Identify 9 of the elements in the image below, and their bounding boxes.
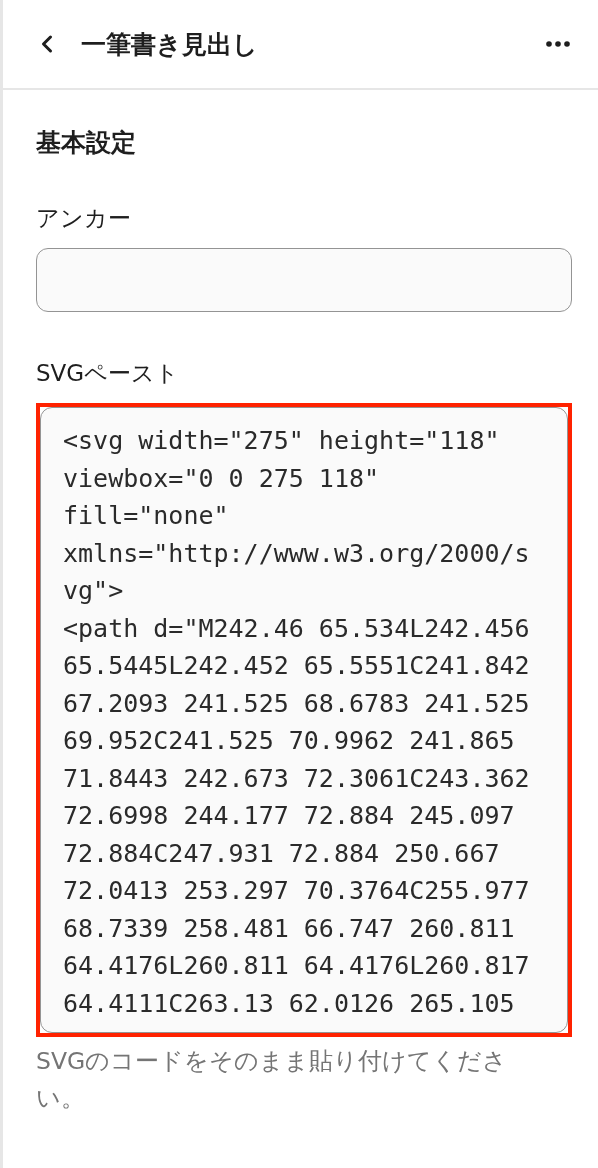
help-text: SVGのコードをそのまま貼り付けてください。: [36, 1046, 509, 1114]
more-icon: [546, 41, 570, 47]
input-field[interactable]: [36, 248, 572, 312]
field-label: アンカー: [36, 204, 132, 233]
page-title: 一筆書き見出し: [81, 28, 259, 61]
code-field[interactable]: <svg width="275" height="118" viewbox="0 0 275 118" fill="none" xmlns="http://www.w3.org/2000/s vg"> <path d="M242.46 65.534L242.456 65.5445L242.452 65.5551C241.842 67.2093 241.525 68.6783 241.525 69.952C241.525 70.9962 241.865 71.8443 242.673 72.3061C243.362 72.6998 244.177 72.884 245.097 72.884C247.931 72.884 250.667 72.0413 253.297 70.3764C255.977 68.7339 258.481 66.747 260.811 64.4176L260.811 64.4176L260.817 64.4111C263.13 62.0126 265.105: [40, 407, 568, 1033]
more-button[interactable]: [546, 41, 570, 47]
section-title: 基本設定: [36, 127, 137, 159]
field-label: SVGペースト: [36, 359, 181, 388]
